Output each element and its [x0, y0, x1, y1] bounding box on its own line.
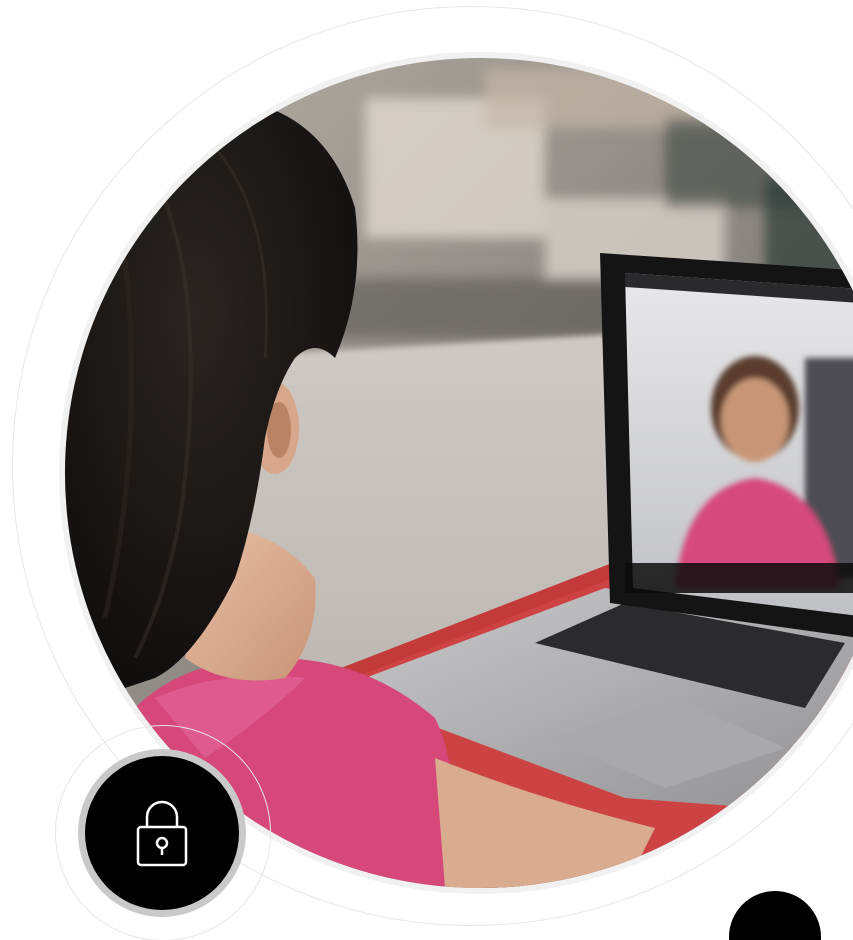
- lock-badge-inner: [85, 756, 239, 910]
- hero-illustration: [0, 0, 853, 940]
- lock-badge: [78, 749, 246, 917]
- lock-icon: [136, 800, 188, 867]
- decorative-corner-circle: [729, 891, 821, 940]
